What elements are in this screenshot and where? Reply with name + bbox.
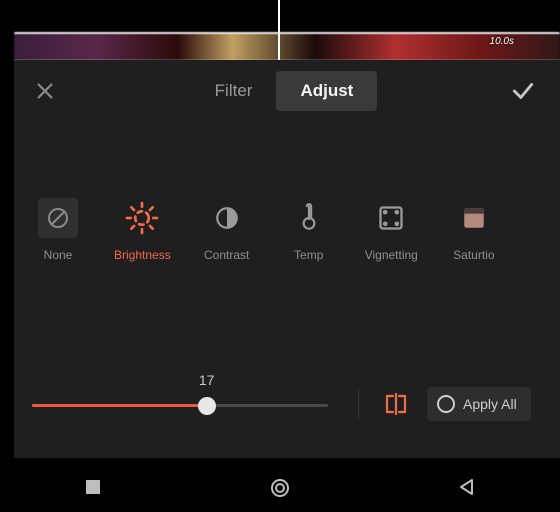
adjustment-saturation[interactable]: Saturtio (448, 198, 500, 262)
circle-icon (437, 395, 455, 413)
apply-all-button[interactable]: Apply All (427, 387, 531, 421)
circle-icon (270, 478, 290, 498)
adjust-panel: Filter Adjust None (14, 60, 560, 458)
compare-icon (382, 393, 410, 415)
confirm-button[interactable] (506, 74, 540, 108)
slider-value-label: 17 (199, 372, 215, 388)
adjustment-temp[interactable]: Temp (283, 198, 335, 262)
vignette-icon (377, 204, 405, 232)
nav-home-button[interactable] (270, 478, 290, 498)
adjustment-vignetting[interactable]: Vignetting (365, 198, 418, 262)
square-icon (84, 478, 102, 496)
clip-duration-label: 10.0s (490, 36, 514, 47)
adjustment-none[interactable]: None (32, 198, 84, 262)
none-icon (46, 206, 70, 230)
tab-filter[interactable]: Filter (191, 71, 277, 111)
check-icon (510, 78, 536, 104)
apply-all-label: Apply All (463, 396, 517, 412)
adjustment-brightness[interactable]: Brightness (114, 198, 171, 262)
value-slider[interactable]: 17 (32, 384, 328, 424)
slider-row: 17 Apply All (32, 384, 560, 424)
panel-header: Filter Adjust (14, 60, 560, 122)
saturation-icon (461, 205, 487, 231)
adjustment-list: None Brightness Cont (14, 122, 560, 262)
playhead-indicator (278, 0, 280, 60)
slider-knob[interactable] (198, 397, 216, 415)
compare-button[interactable] (379, 387, 413, 421)
slider-fill (32, 404, 207, 407)
system-nav-bar (0, 470, 560, 512)
adjustment-label: Vignetting (365, 248, 418, 262)
tab-bar: Filter Adjust (62, 71, 506, 111)
adjustment-label: None (44, 248, 73, 262)
nav-back-button[interactable] (458, 478, 476, 496)
adjustment-label: Contrast (204, 248, 249, 262)
temperature-icon (296, 203, 322, 233)
adjustment-contrast[interactable]: Contrast (201, 198, 253, 262)
close-icon (34, 80, 56, 102)
tab-adjust[interactable]: Adjust (276, 71, 377, 111)
triangle-back-icon (458, 478, 476, 496)
adjustment-label: Temp (294, 248, 323, 262)
close-button[interactable] (28, 74, 62, 108)
nav-recent-button[interactable] (84, 478, 102, 496)
divider (358, 390, 359, 418)
contrast-icon (214, 205, 240, 231)
adjustment-label: Brightness (114, 248, 171, 262)
brightness-icon (124, 200, 160, 236)
adjustment-label: Saturtio (453, 248, 494, 262)
clip-thumbnail-strip[interactable] (14, 32, 560, 62)
